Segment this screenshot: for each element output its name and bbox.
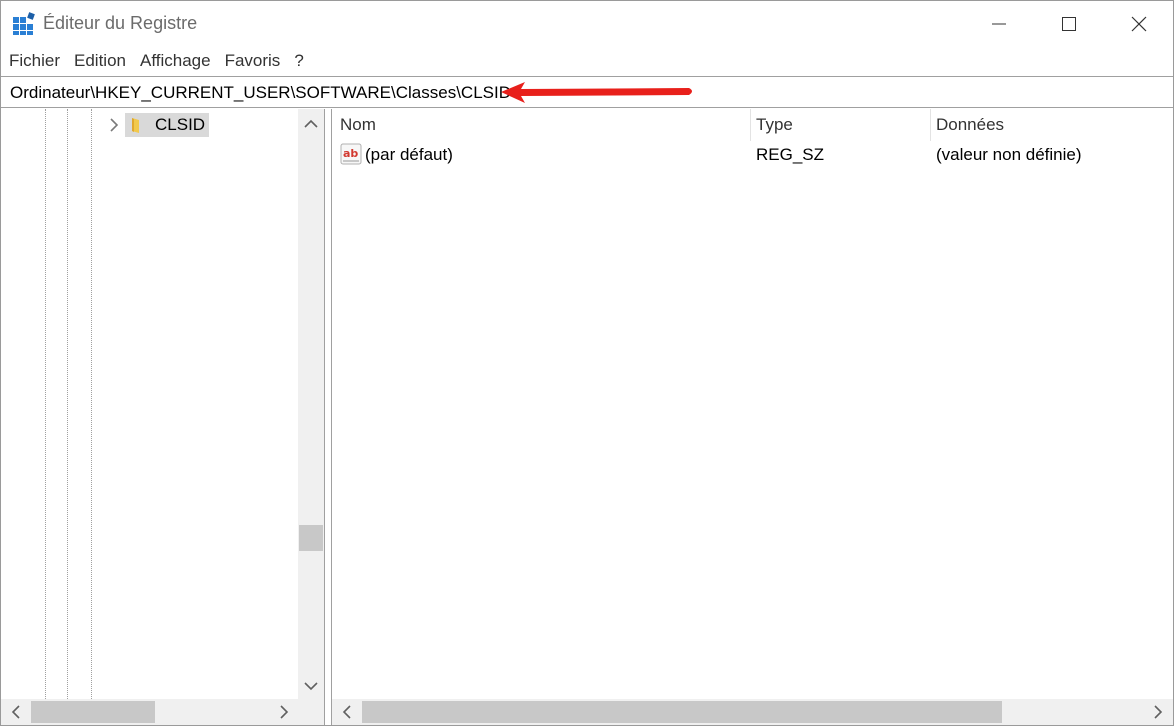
tree-guide-line xyxy=(67,109,68,699)
scroll-thumb[interactable] xyxy=(362,701,1002,723)
scroll-left-icon[interactable] xyxy=(336,701,358,723)
key-tree-pane[interactable]: CLSID xyxy=(1,109,325,725)
tree-node-selected[interactable]: CLSID xyxy=(125,113,210,137)
tree-horizontal-scrollbar[interactable] xyxy=(1,699,324,725)
string-value-icon: ab xyxy=(340,143,362,165)
close-icon xyxy=(1131,16,1147,31)
minimize-button[interactable] xyxy=(964,1,1034,46)
maximize-icon xyxy=(1062,16,1076,31)
registry-editor-app-icon xyxy=(13,12,35,35)
menu-bar: Fichier Edition Affichage Favoris ? xyxy=(1,47,1173,75)
scroll-thumb[interactable] xyxy=(31,701,155,723)
scroll-down-icon[interactable] xyxy=(298,675,324,697)
expand-chevron-icon[interactable] xyxy=(105,115,123,135)
scroll-right-icon[interactable] xyxy=(1147,701,1169,723)
maximize-button[interactable] xyxy=(1034,1,1104,46)
menu-affichage[interactable]: Affichage xyxy=(140,51,211,71)
tree-guide-line xyxy=(91,109,92,699)
title-bar[interactable]: Éditeur du Registre xyxy=(1,1,1173,46)
window-title: Éditeur du Registre xyxy=(43,13,198,33)
folder-icon xyxy=(132,118,139,133)
minimize-icon xyxy=(992,23,1006,24)
scroll-right-icon[interactable] xyxy=(273,701,295,723)
tree-vertical-scrollbar[interactable] xyxy=(298,109,324,699)
registry-editor-window: Éditeur du Registre Fichier Edition Affi… xyxy=(0,0,1174,726)
values-horizontal-scrollbar[interactable] xyxy=(332,699,1173,725)
menu-help[interactable]: ? xyxy=(294,51,303,71)
value-data: (valeur non définie) xyxy=(936,145,1082,164)
svg-text:ab: ab xyxy=(343,147,358,160)
column-header-donnees[interactable]: Données xyxy=(936,109,1004,141)
scroll-up-icon[interactable] xyxy=(298,113,324,135)
menu-fichier[interactable]: Fichier xyxy=(9,51,60,71)
tree-guide-line xyxy=(45,109,46,699)
menu-edition[interactable]: Edition xyxy=(74,51,126,71)
address-path[interactable]: Ordinateur\HKEY_CURRENT_USER\SOFTWARE\Cl… xyxy=(10,83,511,103)
tree-node-clsid[interactable]: CLSID xyxy=(105,113,210,137)
menu-favoris[interactable]: Favoris xyxy=(225,51,281,71)
close-button[interactable] xyxy=(1104,1,1174,46)
value-name: (par défaut) xyxy=(365,145,453,164)
scroll-left-icon[interactable] xyxy=(5,701,27,723)
scroll-thumb[interactable] xyxy=(299,525,323,551)
annotation-arrow-icon xyxy=(501,82,692,103)
value-row[interactable]: ab (par défaut) REG_SZ (valeur non défin… xyxy=(332,141,1172,169)
column-divider[interactable] xyxy=(750,109,751,141)
column-header-type[interactable]: Type xyxy=(756,109,793,141)
values-list-pane[interactable]: Nom Type Données ab (par défaut) REG_SZ … xyxy=(331,109,1173,725)
tree-node-label: CLSID xyxy=(155,115,206,134)
column-header-nom[interactable]: Nom xyxy=(340,109,376,141)
column-divider[interactable] xyxy=(930,109,931,141)
value-type: REG_SZ xyxy=(756,145,825,164)
